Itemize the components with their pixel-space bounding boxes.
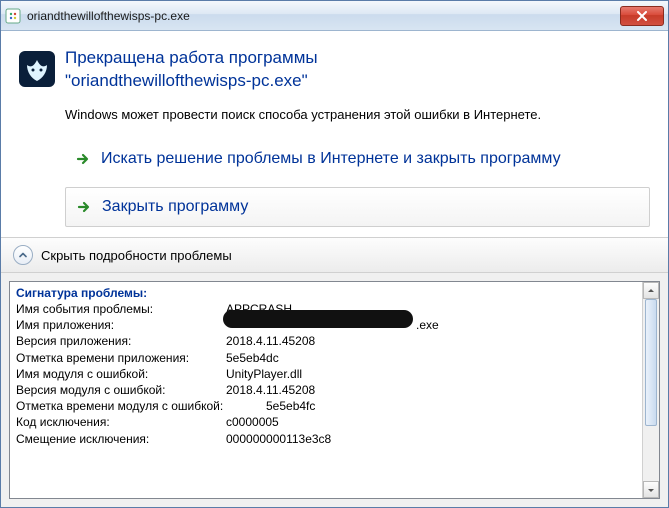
signature-row: Отметка времени модуля с ошибкой: 5e5eb4… (16, 398, 653, 414)
dialog-subtext: Windows может провести поиск способа уст… (65, 107, 650, 122)
signature-row: Версия модуля с ошибкой: 2018.4.11.45208 (16, 382, 653, 398)
signature-value: 5e5eb4fc (266, 398, 315, 414)
close-button[interactable] (620, 6, 664, 26)
app-icon (19, 51, 55, 87)
titlebar[interactable]: oriandthewillofthewisps-pc.exe (1, 1, 668, 31)
signature-key: Отметка времени модуля с ошибкой: (16, 398, 266, 414)
arrow-right-icon (76, 199, 92, 215)
signature-key: Версия модуля с ошибкой: (16, 382, 226, 398)
heading-line1: Прекращена работа программы (65, 47, 318, 70)
signature-key: Смещение исключения: (16, 431, 226, 447)
signature-key: Имя приложения: (16, 317, 226, 333)
option-close-program[interactable]: Закрыть программу (65, 187, 650, 227)
signature-key: Отметка времени приложения: (16, 350, 226, 366)
scrollbar-track[interactable] (643, 299, 659, 481)
signature-row: Версия приложения: 2018.4.11.45208 (16, 333, 653, 349)
scrollbar-vertical[interactable] (642, 282, 659, 498)
arrow-right-icon (75, 151, 91, 167)
details-panel: Сигнатура проблемы: Имя события проблемы… (1, 273, 668, 507)
signature-value: 000000000113e3c8 (226, 431, 331, 447)
signature-value: 5e5eb4dc (226, 350, 279, 366)
option-close-label: Закрыть программу (102, 196, 248, 218)
option-search-label: Искать решение проблемы в Интернете и за… (101, 148, 561, 170)
heading-line2: "oriandthewillofthewisps-pc.exe" (65, 70, 318, 93)
scrollbar-up-button[interactable] (643, 282, 659, 299)
details-toggle[interactable]: Скрыть подробности проблемы (1, 237, 668, 273)
signature-value: 2018.4.11.45208 (226, 333, 315, 349)
scrollbar-down-button[interactable] (643, 481, 659, 498)
titlebar-title: oriandthewillofthewisps-pc.exe (27, 9, 620, 23)
scrollbar-thumb[interactable] (645, 299, 657, 426)
signature-key: Имя события проблемы: (16, 301, 226, 317)
signature-row: Смещение исключения: 000000000113e3c8 (16, 431, 653, 447)
app-small-icon (5, 8, 21, 24)
signature-row: Отметка времени приложения: 5e5eb4dc (16, 350, 653, 366)
signature-key: Версия приложения: (16, 333, 226, 349)
signature-value: c0000005 (226, 414, 279, 430)
details-toggle-label: Скрыть подробности проблемы (41, 248, 232, 263)
signature-row: Код исключения: c0000005 (16, 414, 653, 430)
signature-row: Имя модуля с ошибкой: UnityPlayer.dll (16, 366, 653, 382)
signature-heading: Сигнатура проблемы: (16, 286, 653, 300)
chevron-up-icon (13, 245, 33, 265)
problem-signature-box: Сигнатура проблемы: Имя события проблемы… (9, 281, 660, 499)
signature-value: 2018.4.11.45208 (226, 382, 315, 398)
redaction-bar (223, 310, 413, 328)
error-dialog: oriandthewillofthewisps-pc.exe Прекращен… (0, 0, 669, 508)
signature-key: Имя модуля с ошибкой: (16, 366, 226, 382)
signature-key: Код исключения: (16, 414, 226, 430)
dialog-heading: Прекращена работа программы "oriandthewi… (65, 47, 318, 93)
content-area: Прекращена работа программы "oriandthewi… (1, 31, 668, 237)
signature-value: UnityPlayer.dll (226, 366, 302, 382)
option-search-online[interactable]: Искать решение проблемы в Интернете и за… (65, 140, 650, 178)
